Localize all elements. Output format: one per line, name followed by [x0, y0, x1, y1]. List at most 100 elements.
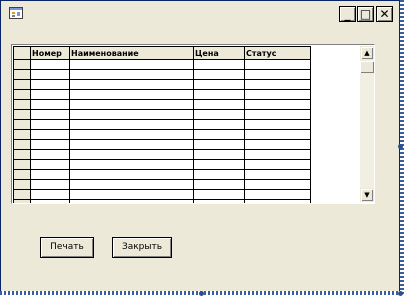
grid-cell[interactable] — [244, 159, 311, 170]
row-selector-cell[interactable] — [13, 79, 31, 90]
table-row[interactable] — [13, 109, 311, 120]
grid-cell[interactable] — [30, 69, 70, 80]
grid-cell[interactable] — [244, 139, 311, 150]
table-row[interactable] — [13, 89, 311, 100]
grid-cell[interactable] — [69, 189, 194, 200]
grid-cell[interactable] — [69, 79, 194, 90]
grid-cell[interactable] — [193, 189, 245, 200]
grid-cell[interactable] — [69, 109, 194, 120]
grid-cell[interactable] — [30, 139, 70, 150]
row-selector-cell[interactable] — [13, 99, 31, 110]
row-selector-cell[interactable] — [13, 169, 31, 180]
grid-cell[interactable] — [69, 169, 194, 180]
table-row[interactable] — [13, 59, 311, 70]
maximize-button[interactable]: □ — [357, 6, 374, 22]
grid-cell[interactable] — [69, 199, 194, 203]
table-row[interactable] — [13, 179, 311, 190]
grid-cell[interactable] — [193, 159, 245, 170]
column-header-number[interactable]: Номер — [30, 46, 70, 60]
grid-cell[interactable] — [30, 149, 70, 160]
grid-cell[interactable] — [244, 79, 311, 90]
grid-cell[interactable] — [69, 89, 194, 100]
scroll-down-button[interactable]: ▼ — [360, 188, 374, 202]
grid-cell[interactable] — [69, 179, 194, 190]
grid-cell[interactable] — [30, 99, 70, 110]
row-selector-cell[interactable] — [13, 199, 31, 203]
grid-cell[interactable] — [30, 199, 70, 203]
grid-cell[interactable] — [69, 129, 194, 140]
grid-cell[interactable] — [30, 169, 70, 180]
grid-cell[interactable] — [244, 169, 311, 180]
grid-cell[interactable] — [69, 139, 194, 150]
row-selector-cell[interactable] — [13, 129, 31, 140]
grid-cell[interactable] — [244, 109, 311, 120]
grid-cell[interactable] — [244, 89, 311, 100]
table-row[interactable] — [13, 169, 311, 180]
title-bar[interactable]: _ □ ✕ — [3, 3, 397, 25]
grid-cell[interactable] — [30, 159, 70, 170]
bottom-resize-handle[interactable] — [199, 291, 204, 296]
table-row[interactable] — [13, 129, 311, 140]
grid-cell[interactable] — [193, 129, 245, 140]
table-row[interactable] — [13, 69, 311, 80]
grid-cell[interactable] — [244, 69, 311, 80]
column-header-name[interactable]: Наименование — [69, 46, 194, 60]
grid-cell[interactable] — [244, 199, 311, 203]
grid-cell[interactable] — [30, 79, 70, 90]
grid-cell[interactable] — [193, 59, 245, 70]
row-selector-cell[interactable] — [13, 119, 31, 130]
column-header-price[interactable]: Цена — [193, 46, 245, 60]
grid-cell[interactable] — [193, 169, 245, 180]
table-row[interactable] — [13, 189, 311, 200]
row-selector-cell[interactable] — [13, 89, 31, 100]
row-selector-cell[interactable] — [13, 179, 31, 190]
grid-cell[interactable] — [244, 119, 311, 130]
close-window-button[interactable]: ✕ — [376, 6, 393, 22]
grid-cell[interactable] — [193, 149, 245, 160]
column-header-status[interactable]: Статус — [244, 46, 311, 60]
grid-cell[interactable] — [30, 59, 70, 70]
grid-cell[interactable] — [30, 189, 70, 200]
column-header-selector[interactable] — [13, 46, 31, 60]
grid-cell[interactable] — [69, 69, 194, 80]
grid-cell[interactable] — [30, 89, 70, 100]
row-selector-cell[interactable] — [13, 189, 31, 200]
data-grid[interactable]: Номер Наименование Цена Статус ▲ ▼ — [11, 44, 375, 204]
grid-cell[interactable] — [244, 189, 311, 200]
grid-cell[interactable] — [193, 109, 245, 120]
grid-cell[interactable] — [30, 109, 70, 120]
grid-cell[interactable] — [193, 179, 245, 190]
row-selector-cell[interactable] — [13, 149, 31, 160]
grid-cell[interactable] — [244, 129, 311, 140]
grid-cell[interactable] — [244, 149, 311, 160]
grid-cell[interactable] — [193, 139, 245, 150]
table-row[interactable] — [13, 159, 311, 170]
table-row[interactable] — [13, 79, 311, 90]
grid-cell[interactable] — [193, 69, 245, 80]
table-row[interactable] — [13, 199, 311, 203]
print-button[interactable]: Печать — [40, 237, 94, 258]
grid-cell[interactable] — [244, 99, 311, 110]
table-row[interactable] — [13, 139, 311, 150]
right-resize-handle[interactable] — [398, 144, 403, 149]
grid-cell[interactable] — [193, 119, 245, 130]
grid-cell[interactable] — [30, 129, 70, 140]
grid-cell[interactable] — [69, 119, 194, 130]
grid-cell[interactable] — [193, 99, 245, 110]
corner-resize-handle[interactable] — [398, 291, 403, 296]
row-selector-cell[interactable] — [13, 109, 31, 120]
grid-cell[interactable] — [244, 59, 311, 70]
grid-cell[interactable] — [244, 179, 311, 190]
grid-cell[interactable] — [69, 99, 194, 110]
grid-cell[interactable] — [193, 79, 245, 90]
minimize-button[interactable]: _ — [339, 6, 356, 22]
grid-cell[interactable] — [193, 199, 245, 203]
row-selector-cell[interactable] — [13, 159, 31, 170]
table-row[interactable] — [13, 119, 311, 130]
close-button[interactable]: Закрыть — [112, 237, 172, 258]
table-row[interactable] — [13, 99, 311, 110]
table-row[interactable] — [13, 149, 311, 160]
grid-cell[interactable] — [69, 59, 194, 70]
vertical-scrollbar[interactable]: ▲ ▼ — [360, 46, 374, 202]
grid-cell[interactable] — [193, 89, 245, 100]
